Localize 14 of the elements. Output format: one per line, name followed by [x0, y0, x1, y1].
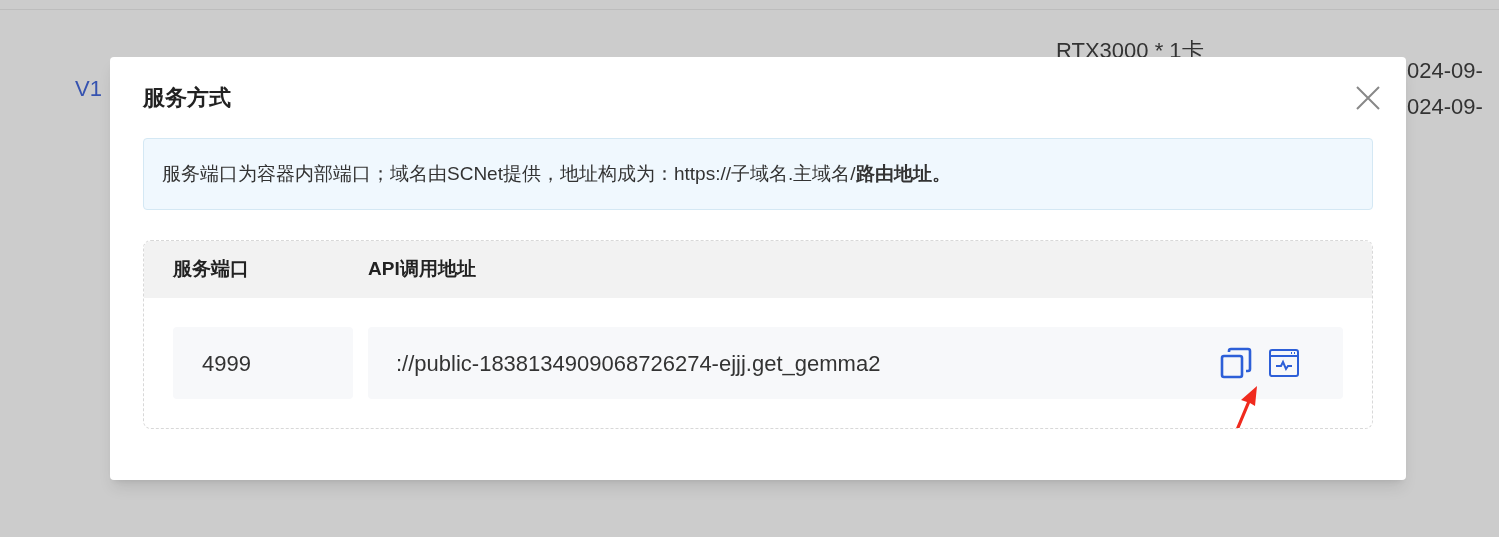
- copy-button[interactable]: [1219, 346, 1253, 380]
- version-link[interactable]: V1: [75, 72, 102, 105]
- close-icon: [1356, 85, 1380, 110]
- activity-window-icon: [1268, 347, 1300, 379]
- column-header: 服务端口: [173, 257, 250, 282]
- address-text: ://public-1838134909068726274-ejjj.get_gemma2: [396, 349, 881, 378]
- dialog-title: 服务方式: [143, 84, 231, 112]
- column-header: API调用地址: [368, 257, 476, 282]
- date-text: 024-09-: [1407, 93, 1483, 121]
- copy-icon: [1220, 347, 1252, 379]
- monitor-button[interactable]: [1267, 346, 1301, 380]
- date-text: 024-09-: [1407, 57, 1483, 85]
- port-cell: 4999: [173, 327, 353, 399]
- notice-text: 服务端口为容器内部端口；域名由SCNet提供，地址构成为：https://子域名.主域名/路由地址。: [162, 161, 951, 186]
